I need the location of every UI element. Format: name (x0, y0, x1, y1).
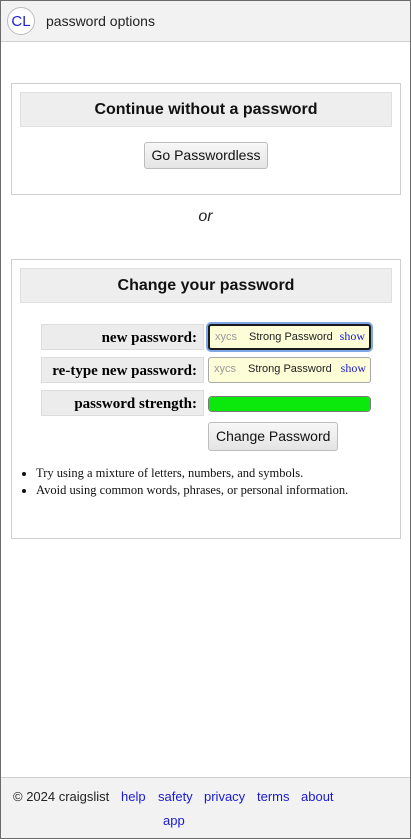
change-password-heading: Change your password (20, 268, 392, 303)
password-strength-label: password strength: (41, 390, 204, 416)
or-separator: or (198, 208, 213, 225)
change-password-panel: Change your password new password: xycs … (11, 259, 401, 539)
page-title: password options (46, 13, 155, 29)
change-password-button[interactable]: Change Password (208, 422, 339, 451)
password-tips-list: Try using a mixture of letters, numbers,… (18, 466, 396, 500)
password-strength-meter (208, 396, 371, 412)
page-frame: CL password options Continue without a p… (0, 0, 411, 839)
footer-link-safety[interactable]: safety (158, 789, 193, 804)
retype-password-strength-hint: Strong Password (246, 363, 334, 375)
new-password-show-toggle[interactable]: show (340, 329, 365, 344)
new-password-label: new password: (41, 324, 204, 350)
logo-text: CL (11, 12, 31, 30)
footer-link-about[interactable]: about (301, 789, 334, 804)
list-item: Avoid using common words, phrases, or pe… (36, 483, 396, 498)
footer-link-help[interactable]: help (121, 789, 146, 804)
retype-password-input[interactable]: xycs Strong Password show (208, 357, 371, 383)
retype-password-show-toggle[interactable]: show (341, 361, 366, 376)
footer: © 2024 craigslist help safety privacy te… (1, 777, 410, 838)
craigslist-logo[interactable]: CL (7, 7, 35, 35)
footer-link-privacy[interactable]: privacy (204, 789, 245, 804)
passwordless-heading: Continue without a password (20, 92, 392, 127)
go-passwordless-button[interactable]: Go Passwordless (143, 142, 269, 169)
new-password-strength-hint: Strong Password (247, 331, 335, 343)
retype-password-value: xycs (214, 363, 236, 375)
passwordless-panel: Continue without a password Go Passwordl… (11, 83, 401, 195)
footer-link-terms[interactable]: terms (257, 789, 290, 804)
footer-link-app[interactable]: app (163, 813, 185, 828)
list-item: Try using a mixture of letters, numbers,… (36, 466, 396, 481)
header-bar: CL password options (1, 1, 410, 42)
new-password-value: xycs (215, 331, 237, 343)
copyright-text: © 2024 craigslist (13, 789, 110, 804)
new-password-input[interactable]: xycs Strong Password show (208, 324, 371, 350)
password-strength-fill (209, 397, 370, 411)
retype-password-label: re-type new password: (41, 357, 204, 383)
